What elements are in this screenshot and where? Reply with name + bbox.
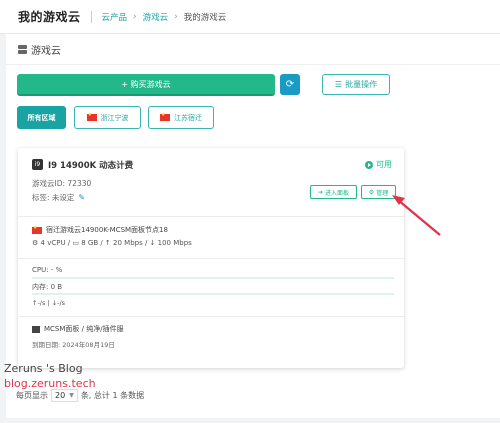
divider [18,316,404,317]
china-flag-icon [32,225,42,234]
panel-icon [32,325,40,333]
tag-label: 标签: 未设定 [32,193,75,202]
batch-operation-label: 批量操作 [345,80,378,89]
server-id: 游戏云ID: 72330 [32,179,92,188]
breadcrumb-game-cloud[interactable]: 游戏云 [143,11,169,23]
chevron-right-icon: › [133,11,137,22]
expire-date: 到期日期: 2024年08月19日 [32,341,115,349]
enter-panel-label: 进入面板 [325,189,350,197]
enter-panel-button[interactable]: ➔ 进入面板 [310,185,357,199]
node-info: 宿迁游戏云14900K-MCSM面板节点18 [32,225,168,235]
divider [18,258,404,259]
batch-operation-button[interactable]: ☰ 批量操作 [322,74,390,95]
refresh-icon: ⟳ [285,79,295,90]
page-size-suffix: 条, 总计 1 条数据 [80,391,145,400]
memory-usage-label: 内存: 0 B [32,283,63,291]
breadcrumb-cloud-products[interactable]: 云产品 [102,11,128,23]
list-icon: ☰ [334,80,343,89]
panel-header: 游戏云 [18,42,61,57]
page-size-value: 20 [55,391,66,400]
cpu-usage-label: CPU: - % [32,266,63,274]
region-zhejiang-ningbo[interactable]: 浙江宁波 [74,106,141,129]
china-flag-icon [86,112,97,121]
cpu-chip-icon: ⚙ [32,239,41,247]
memory-usage-bar [32,293,394,295]
region-all[interactable]: 所有区域 [17,106,66,129]
cpu-usage-bar [32,277,394,279]
buy-game-cloud-button[interactable]: + 购买游戏云 [17,74,275,96]
cpu-icon: i9 [32,159,43,170]
server-specs: ⚙ 4 vCPU / ▭ 8 GB / ↑ 20 Mbps / ↓ 100 Mb… [32,239,192,247]
status-badge: 可用 [365,159,392,170]
chevron-right-icon: › [174,11,178,22]
server-tag: 标签: 未设定 ✎ [32,192,85,203]
page-size-select[interactable]: 20 ▼ [51,389,78,402]
pagination: 每页显示 20 ▼ 条, 总计 1 条数据 [16,389,144,402]
refresh-button[interactable]: ⟳ [280,74,300,95]
breadcrumb-current: 我的游戏云 [183,12,227,23]
title-divider [90,10,92,23]
play-icon [365,160,373,169]
edit-icon[interactable]: ✎ [78,193,85,202]
page-title: 我的游戏云 [18,10,81,24]
china-flag-icon [160,112,170,121]
main-panel: 游戏云 + 购买游戏云 ⟳ ☰ 批量操作 所有区域 浙江宁波 江苏宿迁 i9 I… [6,34,500,418]
panel-type-label: MCSM面板 / 纯净/插件服 [44,325,124,333]
divider [18,216,404,217]
panel-type: MCSM面板 / 纯净/插件服 [32,324,124,334]
page-size-prefix: 每页显示 [16,391,48,400]
network-speed: ↑-/s | ↓-/s [32,299,66,307]
watermark-title: Zeruns 's Blog [4,362,83,375]
server-icon [18,44,27,55]
specs-text: 4 vCPU / ▭ 8 GB / ↑ 20 Mbps / ↓ 100 Mbps [40,239,192,247]
manage-button[interactable]: ⚙ 管理 [361,185,396,199]
enter-icon: ➔ [317,188,323,196]
node-name: 宿迁游戏云14900K-MCSM面板节点18 [46,226,168,234]
gear-icon: ⚙ [368,188,375,196]
region-label: 江苏宿迁 [174,113,202,122]
status-label: 可用 [376,160,392,169]
region-jiangsu-suqian[interactable]: 江苏宿迁 [148,106,214,129]
top-bar: 我的游戏云 云产品 › 游戏云 › 我的游戏云 [0,0,500,34]
chevron-down-icon: ▼ [69,392,74,399]
manage-label: 管理 [376,189,389,197]
divider [6,64,500,65]
server-name: I9 14900K 动态计费 [48,161,134,171]
panel-title: 游戏云 [31,46,61,57]
server-card: i9 I9 14900K 动态计费 可用 游戏云ID: 72330 标签: 未设… [18,148,404,368]
region-label: 浙江宁波 [100,113,129,122]
